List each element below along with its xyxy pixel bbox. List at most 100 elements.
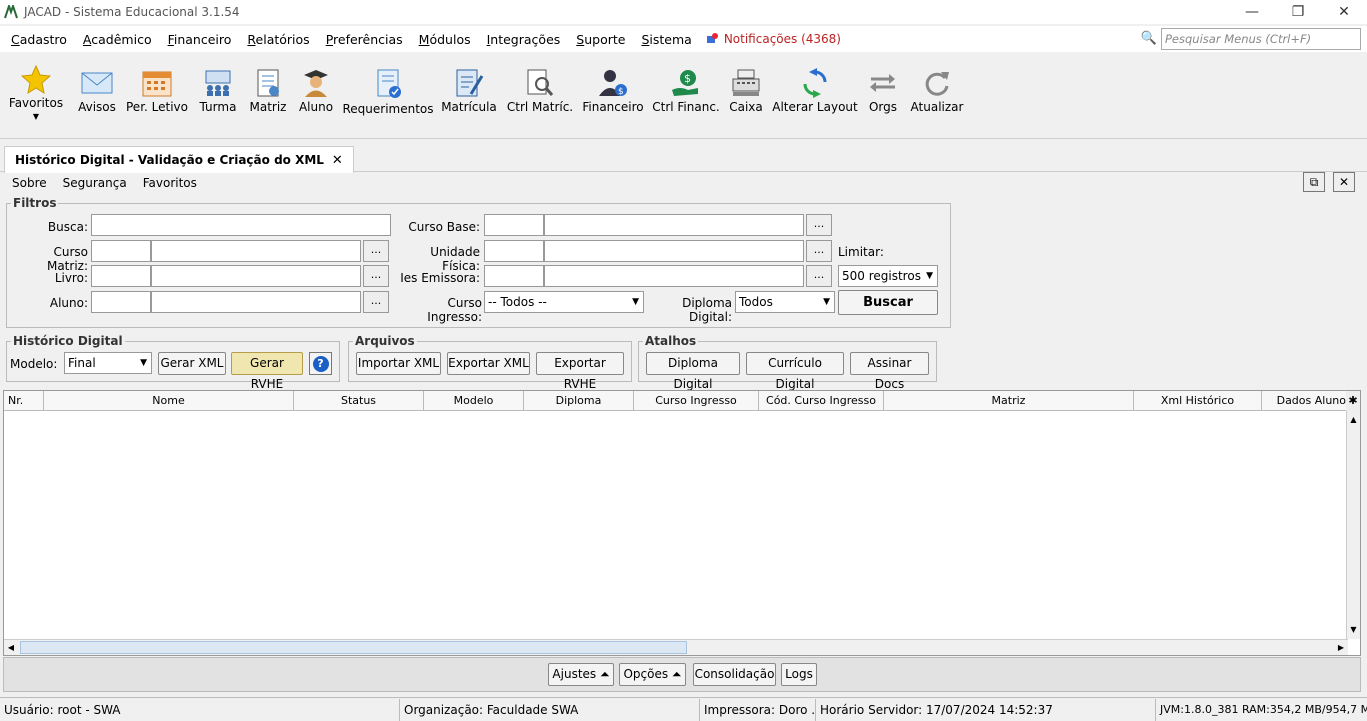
- minimize-icon[interactable]: —: [1229, 0, 1275, 24]
- busca-input[interactable]: [91, 214, 391, 236]
- horizontal-scrollbar[interactable]: ◀ ▶: [4, 639, 1348, 655]
- orgs-button[interactable]: Orgs: [864, 54, 902, 139]
- action-bar: Ajustes ⏶ Opções ⏶ Consolidação Logs: [3, 657, 1361, 692]
- ctrl-financ-button[interactable]: $ Ctrl Financ.: [652, 54, 720, 139]
- detach-window-icon[interactable]: ⧉: [1303, 172, 1325, 192]
- livro-label: Livro:: [54, 271, 88, 285]
- curso-matriz-code-input[interactable]: [91, 240, 151, 262]
- matriz-button[interactable]: Matriz: [248, 54, 288, 139]
- unidade-fisica-lookup-button[interactable]: ...: [806, 240, 832, 262]
- column-nome[interactable]: Nome: [44, 391, 294, 411]
- menu-cadastro[interactable]: Cadastro: [3, 32, 75, 47]
- column-modelo[interactable]: Modelo: [424, 391, 524, 411]
- vertical-scrollbar[interactable]: ▲ ▼: [1346, 411, 1360, 639]
- column-matriz[interactable]: Matriz: [884, 391, 1134, 411]
- unidade-fisica-code-input[interactable]: [484, 240, 544, 262]
- menu-sistema[interactable]: Sistema: [633, 32, 699, 47]
- close-frame-icon[interactable]: ✕: [1333, 172, 1355, 192]
- menu-relatorios[interactable]: Relatórios: [239, 32, 317, 47]
- importar-xml-button[interactable]: Importar XML: [356, 352, 441, 375]
- diploma-digital-select[interactable]: Todos: [735, 291, 835, 313]
- close-tab-icon[interactable]: ✕: [332, 153, 343, 168]
- finance-person-icon: $: [599, 70, 627, 97]
- livro-name-input[interactable]: [151, 265, 361, 287]
- submenu-sobre[interactable]: Sobre: [4, 176, 55, 190]
- column-cod-curso-ingresso[interactable]: Cód. Curso Ingresso: [759, 391, 884, 411]
- menu-academico[interactable]: Acadêmico: [75, 32, 160, 47]
- caixa-button[interactable]: Caixa: [726, 54, 766, 139]
- horizontal-scroll-thumb[interactable]: [20, 641, 687, 654]
- atualizar-button[interactable]: Atualizar: [910, 54, 964, 139]
- menu-search-input[interactable]: Pesquisar Menus (Ctrl+F): [1161, 28, 1361, 50]
- menu-preferencias[interactable]: Preferências: [318, 32, 411, 47]
- column-curso-ingresso[interactable]: Curso Ingresso: [634, 391, 759, 411]
- aluno-button[interactable]: Aluno: [296, 54, 336, 139]
- curso-ingresso-select[interactable]: -- Todos --: [484, 291, 644, 313]
- tab-historico-digital[interactable]: Histórico Digital - Validação e Criação …: [4, 146, 354, 173]
- help-button[interactable]: ?: [309, 352, 332, 375]
- curso-matriz-lookup-button[interactable]: ...: [363, 240, 389, 262]
- scroll-left-icon[interactable]: ◀: [4, 640, 18, 655]
- gerar-rvhe-button[interactable]: Gerar RVHE: [231, 352, 303, 391]
- ajustes-button[interactable]: Ajustes ⏶: [548, 663, 614, 686]
- exportar-rvhe-button[interactable]: Exportar RVHE: [536, 352, 624, 391]
- ies-emissora-name-input[interactable]: [544, 265, 804, 287]
- status-bar: Usuário: root - SWA Organização: Faculda…: [0, 697, 1367, 721]
- curso-matriz-name-input[interactable]: [151, 240, 361, 262]
- unidade-fisica-name-input[interactable]: [544, 240, 804, 262]
- column-dados-aluno[interactable]: Dados Aluno: [1262, 391, 1346, 411]
- limitar-select[interactable]: 500 registros: [838, 265, 938, 287]
- avisos-button[interactable]: Avisos: [76, 54, 118, 139]
- curriculo-digital-button[interactable]: Currículo Digital: [746, 352, 844, 391]
- diploma-digital-button[interactable]: Diploma Digital: [646, 352, 740, 391]
- opcoes-button[interactable]: Opções ⏶: [619, 663, 686, 686]
- curso-base-name-input[interactable]: [544, 214, 804, 236]
- menu-integracoes[interactable]: Integrações: [479, 32, 569, 47]
- matricula-button[interactable]: Matrícula: [440, 54, 498, 139]
- scroll-down-icon[interactable]: ▼: [1347, 623, 1360, 637]
- column-status[interactable]: Status: [294, 391, 424, 411]
- favoritos-button[interactable]: Favoritos ▼: [6, 54, 66, 139]
- limitar-label: Limitar:: [838, 245, 884, 259]
- aluno-lookup-button[interactable]: ...: [363, 291, 389, 313]
- submenu-favoritos[interactable]: Favoritos: [135, 176, 205, 190]
- exportar-xml-button[interactable]: Exportar XML: [447, 352, 530, 375]
- per-letivo-button[interactable]: Per. Letivo: [126, 54, 188, 139]
- column-diploma[interactable]: Diploma: [524, 391, 634, 411]
- livro-code-input[interactable]: [91, 265, 151, 287]
- logs-button[interactable]: Logs: [781, 663, 817, 686]
- scroll-right-icon[interactable]: ▶: [1334, 640, 1348, 655]
- livro-lookup-button[interactable]: ...: [363, 265, 389, 287]
- menu-financeiro[interactable]: Financeiro: [160, 32, 240, 47]
- menu-suporte[interactable]: Suporte: [568, 32, 633, 47]
- modelo-select[interactable]: Final: [64, 352, 152, 374]
- curso-base-lookup-button[interactable]: ...: [806, 214, 832, 236]
- ies-emissora-code-input[interactable]: [484, 265, 544, 287]
- close-icon[interactable]: ✕: [1321, 0, 1367, 24]
- column-xml-historico[interactable]: Xml Histórico: [1134, 391, 1262, 411]
- ies-emissora-label: Ies Emissora:: [400, 271, 480, 285]
- menu-modulos[interactable]: Módulos: [411, 32, 479, 47]
- notifications-label: Notificações (4368): [723, 32, 841, 46]
- buscar-button[interactable]: Buscar: [838, 290, 938, 315]
- search-document-icon: [527, 69, 554, 96]
- aluno-name-input[interactable]: [151, 291, 361, 313]
- ctrl-matric-button[interactable]: Ctrl Matríc.: [506, 54, 574, 139]
- consolidacao-button[interactable]: Consolidação: [693, 663, 776, 686]
- ies-emissora-lookup-button[interactable]: ...: [806, 265, 832, 287]
- column-settings-icon[interactable]: ✱: [1346, 391, 1360, 411]
- alterar-layout-button[interactable]: Alterar Layout: [772, 54, 858, 139]
- submenu-seguranca[interactable]: Segurança: [55, 176, 135, 190]
- financeiro-button[interactable]: $ Financeiro: [582, 54, 644, 139]
- class-group-icon: [205, 70, 231, 96]
- curso-base-code-input[interactable]: [484, 214, 544, 236]
- gerar-xml-button[interactable]: Gerar XML: [158, 352, 226, 375]
- aluno-code-input[interactable]: [91, 291, 151, 313]
- restore-icon[interactable]: ❐: [1275, 0, 1321, 24]
- requerimentos-button[interactable]: Requerimentos: [342, 54, 434, 139]
- notifications[interactable]: Notificações (4368): [706, 32, 841, 46]
- scroll-up-icon[interactable]: ▲: [1347, 413, 1360, 427]
- column-nr[interactable]: Nr.: [4, 391, 44, 411]
- assinar-docs-button[interactable]: Assinar Docs: [850, 352, 929, 391]
- turma-button[interactable]: Turma: [196, 54, 240, 139]
